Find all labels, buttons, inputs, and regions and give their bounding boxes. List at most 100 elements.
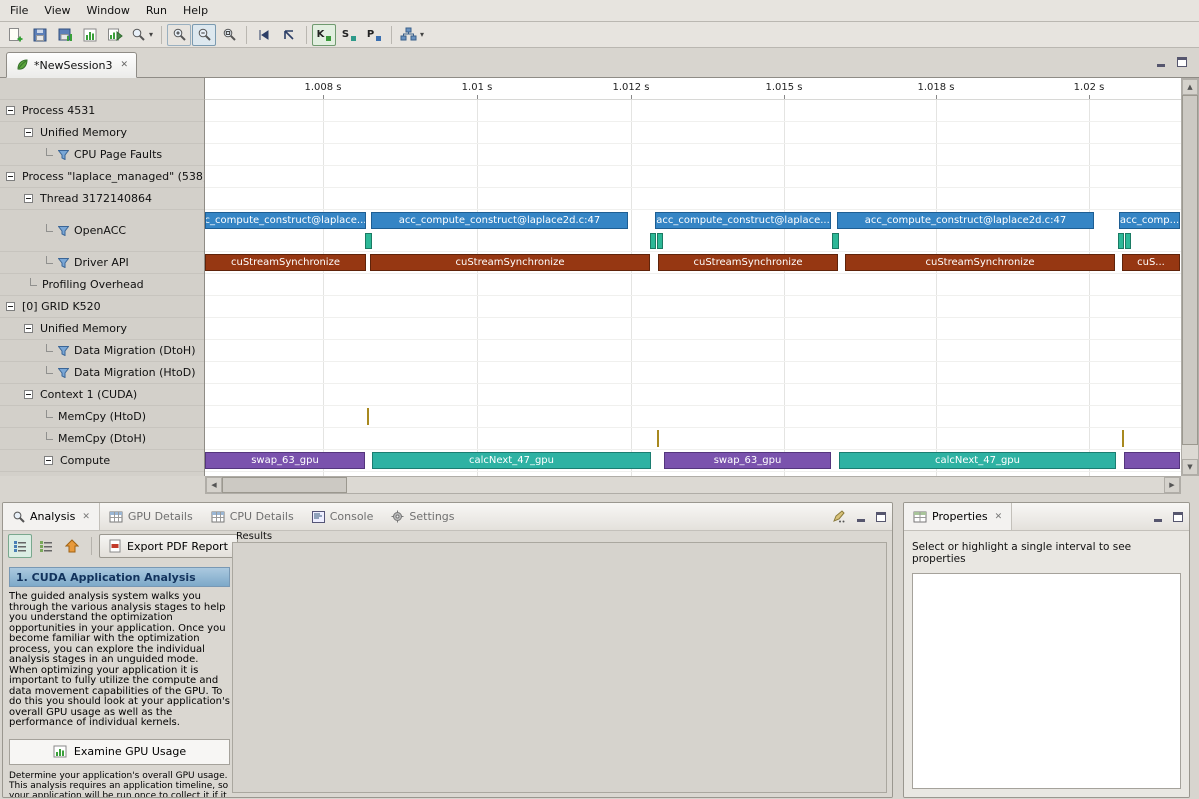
tree-row-memcpy-htod[interactable]: MemCpy (HtoD) (0, 406, 204, 428)
collapse-icon[interactable] (6, 172, 15, 181)
timeline-chart-button[interactable] (78, 24, 102, 46)
kernel-interval[interactable]: swap_63_gpu (664, 452, 831, 469)
process-filter-toggle[interactable]: P (362, 24, 386, 46)
tab-settings[interactable]: Settings (382, 503, 463, 530)
memcpy-interval[interactable] (367, 408, 369, 425)
tree-row-profiling-overhead[interactable]: Profiling Overhead (0, 274, 204, 296)
examine-gpu-usage-button[interactable]: Examine GPU Usage (9, 739, 230, 765)
save-button[interactable] (28, 24, 52, 46)
collapse-icon[interactable] (6, 106, 15, 115)
tab-cpu-details[interactable]: CPU Details (202, 503, 303, 530)
collapse-icon[interactable] (24, 194, 33, 203)
guided-analysis-toggle[interactable] (8, 534, 32, 558)
menu-run[interactable]: Run (138, 1, 175, 20)
openacc-wait-marker[interactable] (1125, 233, 1131, 249)
menu-window[interactable]: Window (79, 1, 138, 20)
openacc-wait-marker[interactable] (650, 233, 656, 249)
zoom-out-button[interactable] (192, 24, 216, 46)
kernel-interval[interactable]: swap_63_gpu (205, 452, 365, 469)
session-tab[interactable]: *NewSession3 ✕ (6, 52, 137, 78)
openacc-wait-marker[interactable] (832, 233, 839, 249)
filter-icon[interactable] (58, 226, 69, 236)
openacc-wait-marker[interactable] (1118, 233, 1124, 249)
kernel-interval[interactable]: calcNext_47_gpu (839, 452, 1116, 469)
tab-gpu-details[interactable]: GPU Details (100, 503, 202, 530)
tree-row-process-laplace[interactable]: Process "laplace_managed" (538) (0, 166, 204, 188)
goto-selection-button[interactable] (277, 24, 301, 46)
openacc-interval[interactable]: acc_compute_construct@laplace2d.c:47 (837, 212, 1094, 229)
horizontal-scrollbar-thumb[interactable] (222, 477, 347, 493)
menu-help[interactable]: Help (175, 1, 216, 20)
tree-row-unified-memory[interactable]: Unified Memory (0, 122, 204, 144)
stream-filter-toggle[interactable]: S (337, 24, 361, 46)
new-session-button[interactable] (3, 24, 27, 46)
close-icon[interactable]: ✕ (82, 512, 90, 522)
openacc-interval[interactable]: c_compute_construct@laplace... (205, 212, 366, 229)
scroll-left-icon[interactable]: ◀ (206, 477, 222, 493)
memcpy-interval[interactable] (1122, 430, 1124, 447)
tree-row-openacc[interactable]: OpenACC (0, 210, 204, 252)
driver-api-interval[interactable]: cuStreamSynchronize (658, 254, 838, 271)
maximize-icon[interactable] (876, 512, 886, 522)
filter-icon[interactable] (58, 346, 69, 356)
scroll-down-icon[interactable]: ▼ (1182, 459, 1198, 475)
vertical-scrollbar-thumb[interactable] (1182, 95, 1198, 445)
filter-icon[interactable] (58, 258, 69, 268)
maximize-icon[interactable] (1177, 57, 1187, 67)
tree-row-cpu-page-faults[interactable]: CPU Page Faults (0, 144, 204, 166)
driver-api-interval[interactable]: cuStreamSynchronize (205, 254, 366, 271)
tree-row-thread[interactable]: Thread 3172140864 (0, 188, 204, 210)
timeline-chart[interactable]: c_compute_construct@laplace... acc_compu… (205, 100, 1181, 476)
scroll-right-icon[interactable]: ▶ (1164, 477, 1180, 493)
vertical-scrollbar[interactable]: ▲ ▼ (1181, 78, 1199, 476)
minimize-icon[interactable] (1153, 512, 1163, 522)
tree-row-memcpy-dtoh[interactable]: MemCpy (DtoH) (0, 428, 204, 450)
driver-api-interval[interactable]: cuS... (1122, 254, 1180, 271)
tree-row-data-migration-htod[interactable]: Data Migration (HtoD) (0, 362, 204, 384)
kernel-filter-toggle[interactable]: K (312, 24, 336, 46)
collapse-icon[interactable] (24, 324, 33, 333)
openacc-wait-marker[interactable] (657, 233, 663, 249)
kernel-interval[interactable] (1124, 452, 1180, 469)
filter-icon[interactable] (58, 150, 69, 160)
tree-row-process-4531[interactable]: Process 4531 (0, 100, 204, 122)
back-to-parent-button[interactable] (60, 534, 84, 558)
zoom-in-button[interactable] (167, 24, 191, 46)
filter-icon[interactable] (58, 368, 69, 378)
tab-console[interactable]: Console (303, 503, 383, 530)
analysis-stage-header[interactable]: 1. CUDA Application Analysis (9, 567, 230, 587)
export-pdf-button[interactable]: Export PDF Report (99, 534, 238, 558)
tree-row-context-1[interactable]: Context 1 (CUDA) (0, 384, 204, 406)
collapse-icon[interactable] (24, 128, 33, 137)
collapse-icon[interactable] (24, 390, 33, 399)
tree-row-data-migration-dtoh[interactable]: Data Migration (DtoH) (0, 340, 204, 362)
scroll-up-icon[interactable]: ▲ (1182, 79, 1198, 95)
memcpy-interval[interactable] (657, 430, 659, 447)
save-all-button[interactable] (53, 24, 77, 46)
configure-session-button[interactable]: ▾ (128, 24, 156, 46)
close-icon[interactable]: ✕ (995, 512, 1003, 522)
driver-api-interval[interactable]: cuStreamSynchronize (845, 254, 1115, 271)
unguided-analysis-toggle[interactable] (34, 534, 58, 558)
horizontal-scrollbar[interactable]: ◀ ▶ (205, 476, 1181, 494)
collapse-icon[interactable] (6, 302, 15, 311)
openacc-wait-marker[interactable] (365, 233, 372, 249)
time-ruler[interactable]: 1.008 s 1.01 s 1.012 s 1.015 s 1.018 s 1… (205, 78, 1181, 100)
close-icon[interactable]: ✕ (120, 60, 128, 70)
goto-start-button[interactable] (252, 24, 276, 46)
tree-row-grid-k520[interactable]: [0] GRID K520 (0, 296, 204, 318)
openacc-interval[interactable]: acc_comp... (1119, 212, 1180, 229)
tab-properties[interactable]: Properties ✕ (904, 503, 1012, 530)
maximize-icon[interactable] (1173, 512, 1183, 522)
menu-view[interactable]: View (36, 1, 78, 20)
tab-analysis[interactable]: Analysis ✕ (3, 503, 100, 530)
zoom-fit-button[interactable] (217, 24, 241, 46)
minimize-icon[interactable] (856, 512, 866, 522)
collapse-icon[interactable] (44, 456, 53, 465)
view-menu-pencil-icon[interactable] (832, 510, 846, 523)
driver-api-interval[interactable]: cuStreamSynchronize (370, 254, 650, 271)
kernel-interval[interactable]: calcNext_47_gpu (372, 452, 651, 469)
tree-row-unified-memory-gpu[interactable]: Unified Memory (0, 318, 204, 340)
tree-row-compute[interactable]: Compute (0, 450, 204, 472)
menu-file[interactable]: File (2, 1, 36, 20)
